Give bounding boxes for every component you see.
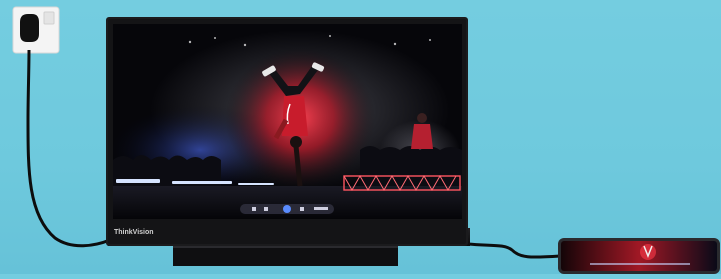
media-controls-bar[interactable] <box>240 204 334 214</box>
wall-socket <box>12 6 60 54</box>
brand-label: ThinkVision <box>114 229 154 236</box>
rewind-icon[interactable] <box>264 207 268 211</box>
smartphone <box>558 238 720 274</box>
scene-illustration: ThinkVision <box>12 6 720 274</box>
forward-icon[interactable] <box>300 207 304 211</box>
monitor-screen <box>113 24 462 219</box>
next-icon[interactable] <box>314 207 328 210</box>
usb-c-cable <box>467 242 561 259</box>
play-icon[interactable] <box>283 205 291 213</box>
power-cable <box>26 49 111 248</box>
prev-icon[interactable] <box>252 207 256 211</box>
product-scene: ThinkVision <box>0 0 721 274</box>
